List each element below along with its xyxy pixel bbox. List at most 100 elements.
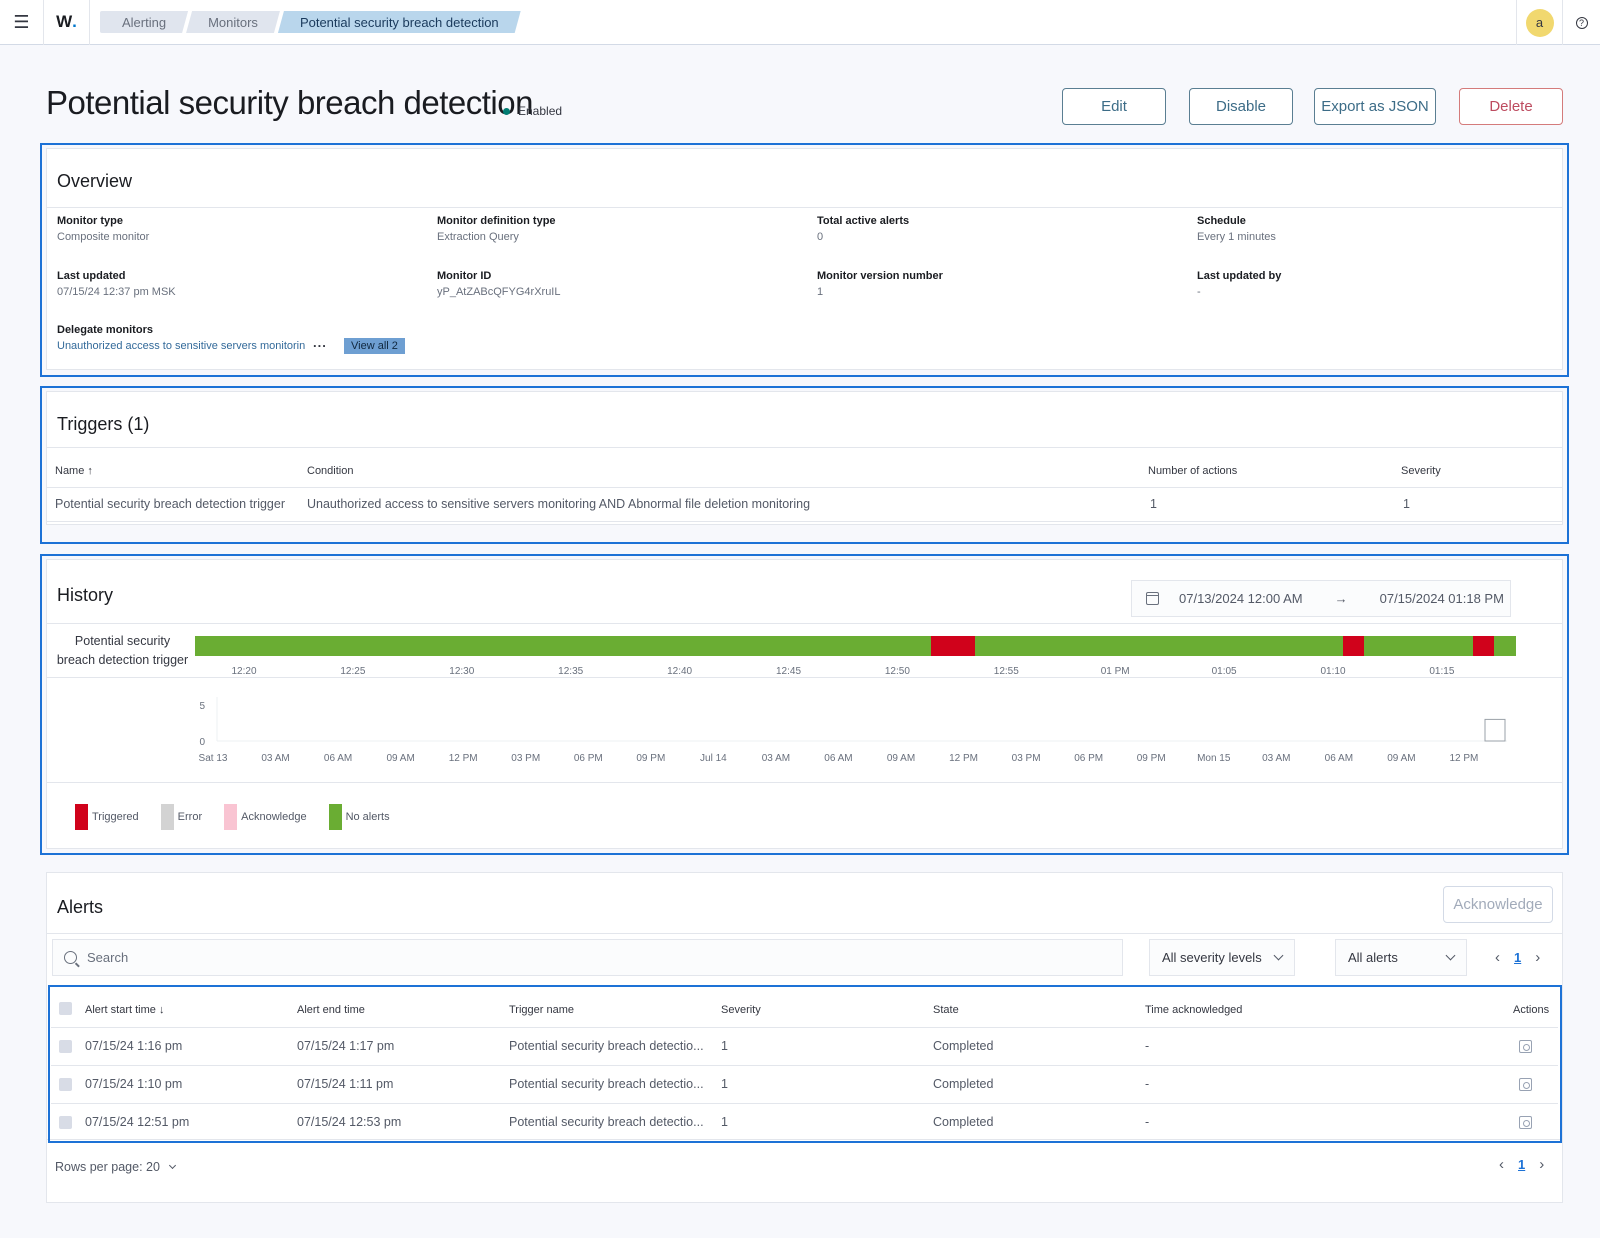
chevron-down-icon <box>168 1161 176 1169</box>
severity-select[interactable]: All severity levels <box>1149 939 1295 976</box>
monitor-type-label: Monitor type <box>57 215 123 227</box>
avatar[interactable]: a <box>1525 8 1554 37</box>
next-page-icon[interactable]: › <box>1539 1156 1544 1173</box>
breadcrumb-monitors[interactable]: Monitors <box>186 11 280 33</box>
search-icon <box>64 951 77 964</box>
last-updated-label: Last updated <box>57 270 126 282</box>
x-tick-label: 09 AM <box>386 753 414 764</box>
triggers-title: Triggers (1) <box>57 414 150 434</box>
breadcrumb: Alerting Monitors Potential security bre… <box>100 11 519 33</box>
view-details-icon[interactable] <box>1519 1116 1532 1129</box>
status-dot-icon <box>503 107 510 115</box>
table-row: 07/15/24 1:10 pm 07/15/24 1:11 pm Potentia… <box>51 1066 1558 1104</box>
legend-swatch <box>75 804 88 830</box>
ellipsis: ... <box>313 335 327 350</box>
timeline-segment-triggered[interactable] <box>1342 636 1365 656</box>
breadcrumb-alerting[interactable]: Alerting <box>100 11 188 33</box>
last-updated-value: 07/15/24 12:37 pm MSK <box>57 286 176 298</box>
export-json-button[interactable]: Export as JSON <box>1314 88 1436 125</box>
row-checkbox[interactable] <box>59 1116 72 1129</box>
view-details-icon[interactable] <box>1519 1040 1532 1053</box>
x-tick-label: 06 AM <box>824 753 852 764</box>
page-number[interactable]: 1 <box>1518 1157 1525 1172</box>
delete-button[interactable]: Delete <box>1459 88 1563 125</box>
view-details-icon[interactable] <box>1519 1078 1532 1091</box>
date-start[interactable]: 07/13/2024 12:00 AM <box>1179 591 1303 606</box>
count-bar <box>1484 718 1506 742</box>
triggers-panel: Triggers (1) Name ↑ Condition Number of … <box>46 391 1563 525</box>
arrow-icon: → <box>1334 591 1348 606</box>
date-range-picker[interactable]: 07/13/2024 12:00 AM → 07/15/2024 01:18 P… <box>1131 580 1511 617</box>
delegate-monitor-link[interactable]: Unauthorized access to sensitive servers… <box>57 340 305 352</box>
prev-page-icon[interactable]: ‹ <box>1495 949 1500 966</box>
schedule-value: Every 1 minutes <box>1197 231 1276 243</box>
monitor-id-value: yP_AtZABcQFYG4rXruIL <box>437 286 561 298</box>
chevron-down-icon <box>1273 950 1284 961</box>
col-actions: Actions <box>1513 1004 1550 1016</box>
history-legend: Triggered Error Acknowledge No alerts <box>75 804 412 830</box>
row-checkbox[interactable] <box>59 1078 72 1091</box>
timeline-segment-no-alerts[interactable] <box>1494 636 1516 656</box>
breadcrumb-current[interactable]: Potential security breach detection <box>278 11 521 33</box>
view-all-button[interactable]: View all 2 <box>344 338 405 354</box>
select-all-checkbox[interactable] <box>59 1002 72 1015</box>
timeline-tick-label: 12:30 <box>449 666 475 677</box>
timeline-segment-no-alerts[interactable] <box>1364 636 1473 656</box>
x-tick-label: 09 AM <box>1387 753 1415 764</box>
legend-swatch <box>224 804 238 830</box>
col-severity: Severity <box>721 1004 761 1016</box>
help-icon[interactable]: ? <box>1575 16 1588 29</box>
timeline-track <box>195 636 1516 656</box>
acknowledge-button[interactable]: Acknowledge <box>1443 886 1553 923</box>
overview-panel: Overview Monitor type Composite monitor … <box>46 148 1563 370</box>
row-checkbox[interactable] <box>59 1040 72 1053</box>
hamburger-icon: ☰ <box>13 11 30 32</box>
status-badge: Enabled <box>503 104 562 118</box>
timeline-tick-label: 01:05 <box>1211 666 1237 677</box>
x-tick-label: 06 PM <box>574 753 603 764</box>
pagination-top: ‹ 1 › <box>1495 949 1540 966</box>
logo[interactable]: W. <box>44 0 90 45</box>
x-tick-label: 06 AM <box>1325 753 1353 764</box>
legend-swatch <box>328 804 342 830</box>
col-name[interactable]: Name ↑ <box>55 465 93 477</box>
x-tick-label: 03 AM <box>261 753 289 764</box>
prev-page-icon[interactable]: ‹ <box>1499 1156 1504 1173</box>
alerts-select[interactable]: All alerts <box>1335 939 1467 976</box>
date-end[interactable]: 07/15/2024 01:18 PM <box>1380 591 1504 606</box>
timeline-tick-label: 12:35 <box>558 666 584 677</box>
x-tick-label: 12 PM <box>449 753 478 764</box>
disable-button[interactable]: Disable <box>1189 88 1293 125</box>
search-input[interactable]: Search <box>52 939 1123 976</box>
timeline-segment-triggered[interactable] <box>1472 636 1495 656</box>
timeline-segment-triggered[interactable] <box>931 636 975 656</box>
total-active-alerts-label: Total active alerts <box>817 215 910 227</box>
timeline-tick-label: 12:25 <box>340 666 366 677</box>
col-actions-count: Number of actions <box>1148 465 1238 477</box>
timeline-segment-no-alerts[interactable] <box>974 636 1343 656</box>
edit-button[interactable]: Edit <box>1062 88 1166 125</box>
x-tick-label: 03 PM <box>1012 753 1041 764</box>
col-alert-start[interactable]: Alert start time ↓ <box>85 1004 164 1016</box>
timeline-segment-no-alerts[interactable] <box>195 636 932 656</box>
rows-per-page-select[interactable]: Rows per page: 20 <box>55 1160 176 1174</box>
timeline-tick-label: 01 PM <box>1100 666 1130 677</box>
x-tick-label: 03 PM <box>511 753 540 764</box>
legend-item: Acknowledge <box>224 804 307 830</box>
x-tick-label: Jul 14 <box>700 753 727 764</box>
monitor-type-value: Composite monitor <box>57 231 150 243</box>
page-number[interactable]: 1 <box>1514 950 1521 965</box>
legend-item: Triggered <box>75 804 139 830</box>
history-panel: History 07/13/2024 12:00 AM → 07/15/2024… <box>46 559 1563 849</box>
pagination-bottom: ‹ 1 › <box>1499 1156 1544 1173</box>
y-tick-label: 0 <box>199 737 205 748</box>
x-tick-label: 09 PM <box>1137 753 1166 764</box>
menu-button[interactable]: ☰ <box>0 0 44 45</box>
x-tick-label: 12 PM <box>1449 753 1478 764</box>
schedule-label: Schedule <box>1197 215 1246 227</box>
table-row: 07/15/24 12:51 pm 07/15/24 12:53 pm Potent… <box>51 1104 1558 1142</box>
legend-swatch <box>160 804 174 830</box>
last-updated-by-value: - <box>1197 286 1201 298</box>
next-page-icon[interactable]: › <box>1535 949 1540 966</box>
x-tick-label: 09 AM <box>887 753 915 764</box>
